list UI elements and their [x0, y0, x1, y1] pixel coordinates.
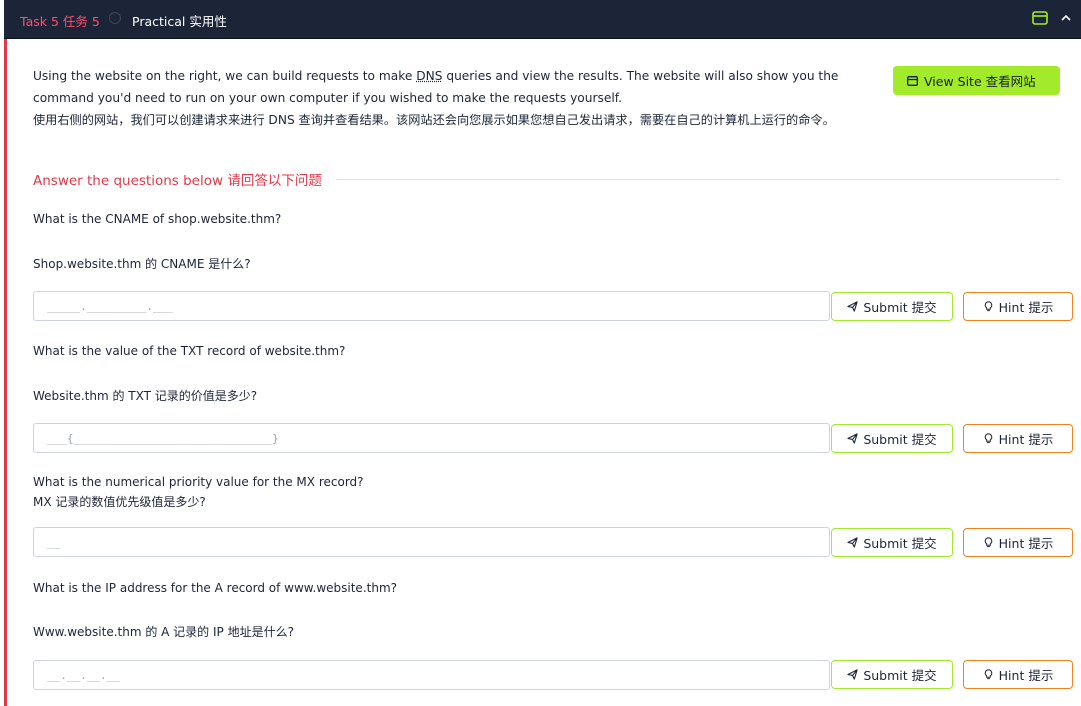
- submit-button-4[interactable]: Submit 提交: [831, 660, 953, 689]
- view-site-button[interactable]: View Site 查看网站: [893, 66, 1060, 95]
- hint-label: Hint 提示: [998, 536, 1054, 551]
- browser-window-icon[interactable]: [1032, 11, 1048, 25]
- description-english: Using the website on the right, we can b…: [33, 66, 893, 109]
- question-1-chinese: Shop.website.thm 的 CNAME 是什么?: [33, 257, 251, 271]
- chevron-up-icon[interactable]: [1058, 10, 1074, 26]
- question-3-english: What is the numerical priority value for…: [33, 475, 364, 489]
- send-icon: [847, 301, 858, 312]
- submit-button-2[interactable]: Submit 提交: [831, 424, 953, 453]
- question-2-english: What is the value of the TXT record of w…: [33, 344, 346, 358]
- lightbulb-icon: [984, 669, 992, 680]
- description-text-part: Using the website on the right, we can b…: [33, 69, 417, 83]
- submit-label: Submit 提交: [863, 668, 937, 683]
- hint-button-1[interactable]: Hint 提示: [963, 292, 1073, 321]
- hint-label: Hint 提示: [998, 300, 1054, 315]
- hint-button-4[interactable]: Hint 提示: [963, 660, 1073, 689]
- answer-input-3[interactable]: [33, 527, 830, 557]
- task-title: Practical 实用性: [132, 14, 227, 29]
- submit-button-3[interactable]: Submit 提交: [831, 528, 953, 557]
- task-status-circle-icon: [109, 12, 121, 24]
- lightbulb-icon: [984, 537, 992, 548]
- task-accent-bar: [4, 39, 7, 706]
- send-icon: [847, 669, 858, 680]
- submit-label: Submit 提交: [863, 432, 937, 447]
- browser-window-icon: [907, 75, 918, 86]
- send-icon: [847, 433, 858, 444]
- hint-label: Hint 提示: [998, 668, 1054, 683]
- lightbulb-icon: [984, 433, 992, 444]
- hint-label: Hint 提示: [998, 432, 1054, 447]
- questions-heading-label: Answer the questions below 请回答以下问题: [33, 173, 322, 189]
- send-icon: [847, 537, 858, 548]
- submit-label: Submit 提交: [863, 536, 937, 551]
- hint-button-2[interactable]: Hint 提示: [963, 424, 1073, 453]
- lightbulb-icon: [984, 301, 992, 312]
- question-4-english: What is the IP address for the A record …: [33, 581, 398, 595]
- view-site-label: View Site 查看网站: [924, 74, 1036, 89]
- description-chinese: 使用右侧的网站，我们可以创建请求来进行 DNS 查询并查看结果。该网站还会向您展…: [33, 113, 835, 127]
- dns-abbreviation: DNS: [416, 69, 443, 83]
- submit-button-1[interactable]: Submit 提交: [831, 292, 953, 321]
- question-3-chinese: MX 记录的数值优先级值是多少?: [33, 495, 206, 509]
- question-1-english: What is the CNAME of shop.website.thm?: [33, 212, 282, 226]
- divider: [335, 178, 1060, 180]
- question-4-chinese: Www.website.thm 的 A 记录的 IP 地址是什么?: [33, 625, 294, 639]
- task-number: Task 5 任务 5: [20, 14, 100, 29]
- answer-input-4[interactable]: [33, 660, 830, 690]
- task-description: Using the website on the right, we can b…: [33, 66, 893, 132]
- answer-input-1[interactable]: [33, 291, 830, 321]
- questions-heading: Answer the questions below 请回答以下问题: [33, 168, 1060, 190]
- task-header[interactable]: Task 5 任务 5 Practical 实用性: [4, 0, 1081, 39]
- answer-input-2[interactable]: [33, 423, 830, 453]
- question-2-chinese: Website.thm 的 TXT 记录的价值是多少?: [33, 389, 258, 403]
- hint-button-3[interactable]: Hint 提示: [963, 528, 1073, 557]
- submit-label: Submit 提交: [863, 300, 937, 315]
